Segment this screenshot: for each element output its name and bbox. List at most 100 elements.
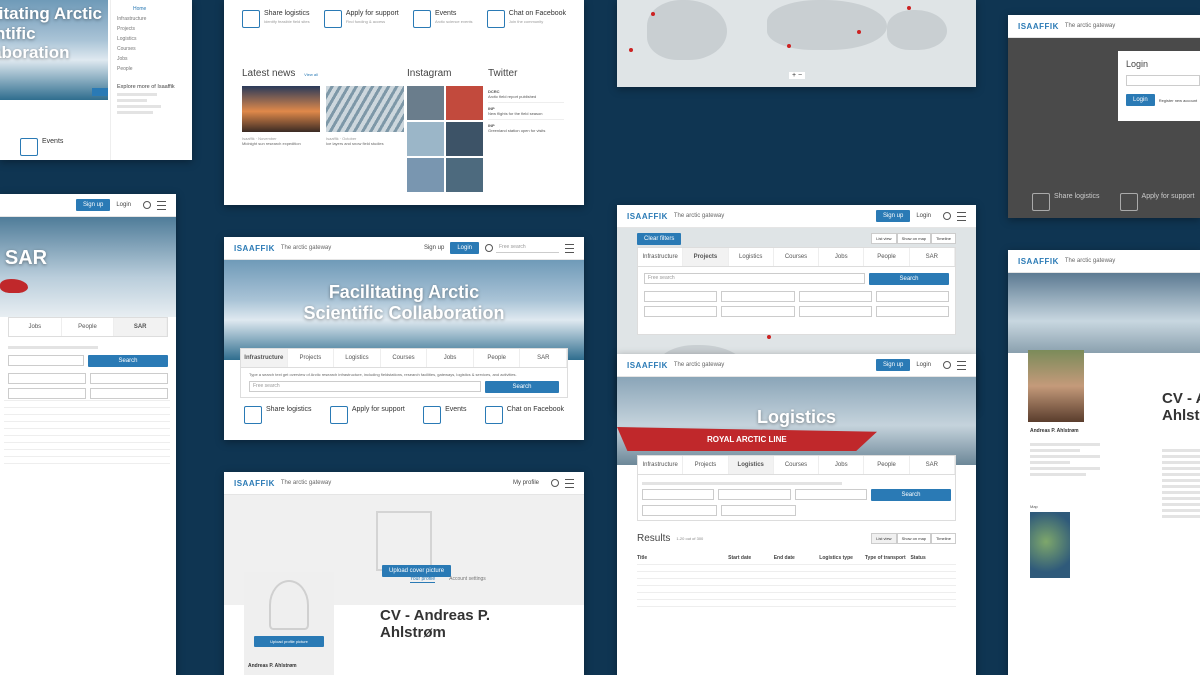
- register-link[interactable]: Register new account: [1159, 98, 1197, 103]
- filter-field[interactable]: [642, 489, 715, 500]
- menu-icon[interactable]: [157, 200, 166, 210]
- service-apply[interactable]: Apply for support: [329, 406, 405, 424]
- hero-search-button[interactable]: Search: [485, 381, 559, 393]
- search-icon[interactable]: [551, 479, 559, 487]
- signup-button[interactable]: Sign up: [75, 199, 111, 211]
- list-view-button[interactable]: List view: [871, 533, 897, 544]
- filter-field[interactable]: [794, 489, 867, 500]
- service-apply[interactable]: Apply for support Find funding & access: [323, 10, 399, 28]
- sidebar-item[interactable]: Courses: [117, 46, 186, 52]
- search-icon[interactable]: [943, 361, 951, 369]
- filter-field[interactable]: [644, 306, 718, 317]
- table-row[interactable]: [637, 572, 956, 579]
- filter-field[interactable]: [721, 505, 796, 516]
- sidebar-item[interactable]: Logistics: [117, 36, 186, 42]
- login-link[interactable]: Login: [916, 213, 931, 219]
- filter-field[interactable]: [8, 355, 84, 366]
- signup-link[interactable]: Sign up: [424, 245, 444, 251]
- tab-projects[interactable]: Projects: [288, 349, 335, 367]
- news-item[interactable]: Isaaffik · October Ice layers and snow f…: [326, 86, 404, 146]
- service-events[interactable]: Events: [20, 138, 63, 156]
- search-button[interactable]: Search: [870, 489, 951, 501]
- sidebar-item[interactable]: Projects: [117, 26, 186, 32]
- filter-field[interactable]: [644, 291, 718, 302]
- menu-icon[interactable]: [565, 478, 574, 488]
- table-row[interactable]: [637, 593, 956, 600]
- tab-courses[interactable]: Courses: [381, 349, 428, 367]
- table-row[interactable]: [637, 586, 956, 593]
- tab[interactable]: Jobs: [9, 318, 62, 336]
- menu-icon[interactable]: [565, 243, 574, 253]
- upload-profile-button[interactable]: Upload profile picture: [254, 636, 324, 647]
- filter-field[interactable]: [798, 291, 872, 302]
- search-input[interactable]: Free search: [644, 273, 865, 284]
- service-share[interactable]: Share logistics Identify feasible field s…: [242, 10, 310, 28]
- service-events[interactable]: Events: [423, 406, 466, 424]
- sidebar-item-home[interactable]: Home: [133, 6, 186, 12]
- hero-search-btn[interactable]: [92, 88, 108, 96]
- tab-infrastructure[interactable]: Infrastructure: [241, 349, 288, 367]
- tab-people[interactable]: People: [474, 349, 521, 367]
- news-view-all[interactable]: View all: [304, 72, 318, 77]
- service-facebook[interactable]: Chat on Facebook Join the community: [486, 10, 566, 28]
- map-view-button[interactable]: Show on map: [896, 533, 932, 544]
- signup-button[interactable]: Sign up: [875, 210, 911, 222]
- table-row[interactable]: [637, 579, 956, 586]
- menu-icon[interactable]: [957, 360, 966, 370]
- filter-field[interactable]: [642, 505, 717, 516]
- logo[interactable]: ISAAFFIK: [627, 212, 668, 221]
- tab[interactable]: SAR: [114, 318, 168, 336]
- news-item[interactable]: Isaaffik · November Midnight sun researc…: [242, 86, 320, 146]
- filter-field[interactable]: [718, 489, 791, 500]
- map-thumbnail[interactable]: [1030, 512, 1070, 578]
- map-marker[interactable]: [767, 335, 771, 339]
- login-link[interactable]: Login: [116, 202, 131, 208]
- my-profile-link[interactable]: My profile: [513, 480, 539, 486]
- map-marker[interactable]: [651, 12, 655, 16]
- service-share[interactable]: Share logistics: [244, 406, 312, 424]
- logo[interactable]: ISAAFFIK: [627, 361, 668, 370]
- search-icon[interactable]: [943, 212, 951, 220]
- menu-icon[interactable]: [957, 211, 966, 221]
- search-input[interactable]: Free search: [496, 243, 559, 253]
- tab-jobs[interactable]: Jobs: [427, 349, 474, 367]
- table-row[interactable]: [637, 600, 956, 607]
- sidebar-item[interactable]: Jobs: [117, 56, 186, 62]
- search-icon[interactable]: [143, 201, 151, 209]
- service-events[interactable]: Events Arctic science events: [412, 10, 473, 28]
- sar-search-button[interactable]: Search: [88, 355, 168, 367]
- table-row[interactable]: [637, 565, 956, 572]
- filter-field[interactable]: [90, 373, 168, 384]
- filter-field[interactable]: [721, 306, 795, 317]
- filter-field[interactable]: [8, 373, 86, 384]
- map-marker[interactable]: [787, 44, 791, 48]
- login-button[interactable]: Login: [450, 242, 479, 254]
- timeline-button[interactable]: Timeline: [931, 533, 956, 544]
- hero-search-input[interactable]: Free search: [249, 381, 481, 392]
- sidebar-item[interactable]: People: [117, 66, 186, 72]
- clear-filters-button[interactable]: Clear filters: [637, 233, 682, 245]
- tab-logistics[interactable]: Logistics: [334, 349, 381, 367]
- tab[interactable]: People: [62, 318, 115, 336]
- service-share[interactable]: Share logistics: [1032, 193, 1100, 211]
- email-field[interactable]: [1126, 75, 1200, 86]
- search-button[interactable]: Search: [869, 273, 949, 285]
- filter-field[interactable]: [875, 291, 949, 302]
- filter-field[interactable]: [721, 291, 795, 302]
- logo[interactable]: ISAAFFIK: [234, 244, 275, 253]
- service-apply[interactable]: Apply for support: [1119, 193, 1194, 211]
- tab-sar[interactable]: SAR: [520, 349, 568, 367]
- logo[interactable]: ISAAFFIK: [1018, 22, 1059, 31]
- filter-field[interactable]: [875, 306, 949, 317]
- signup-button[interactable]: Sign up: [875, 359, 911, 371]
- zoom-controls[interactable]: + −: [789, 72, 806, 79]
- login-submit-button[interactable]: Login: [1126, 94, 1155, 106]
- sidebar-item[interactable]: Infrastructure: [117, 16, 186, 22]
- map-marker[interactable]: [629, 48, 633, 52]
- logo[interactable]: ISAAFFIK: [1018, 257, 1059, 266]
- search-icon[interactable]: [485, 244, 493, 252]
- logo[interactable]: ISAAFFIK: [234, 479, 275, 488]
- map-marker[interactable]: [857, 30, 861, 34]
- login-link[interactable]: Login: [916, 362, 931, 368]
- filter-field[interactable]: [798, 306, 872, 317]
